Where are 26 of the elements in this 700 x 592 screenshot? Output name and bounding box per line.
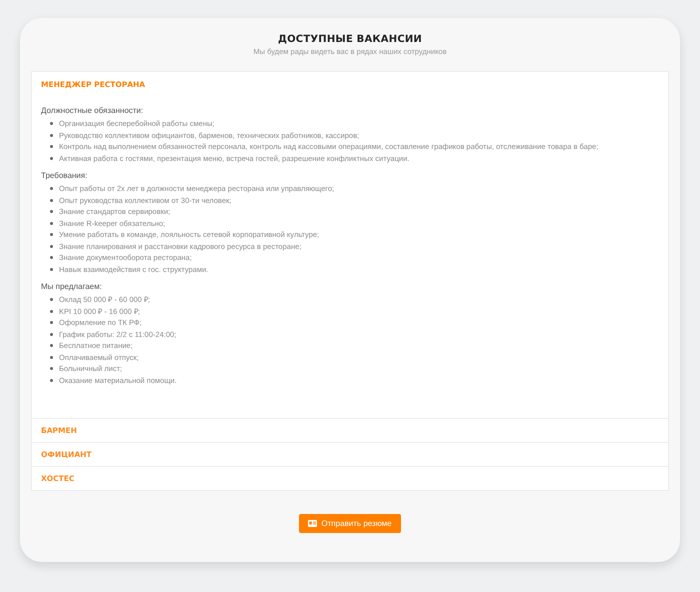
bullet-icon xyxy=(50,298,53,302)
bullet-icon xyxy=(50,244,53,248)
bullet-icon xyxy=(50,222,53,225)
bullet-icon xyxy=(50,198,53,202)
id-card-icon xyxy=(308,520,318,527)
section-heading: Требования: xyxy=(41,171,88,180)
bullet-icon xyxy=(50,187,53,190)
bullet-icon xyxy=(50,332,53,336)
bullet-icon xyxy=(50,156,53,160)
bullet-icon xyxy=(50,344,53,348)
bullet-icon xyxy=(50,122,53,126)
bullet-icon xyxy=(50,356,53,359)
bullet-icon xyxy=(50,321,53,324)
section-heading: Мы предлагаем: xyxy=(41,282,103,291)
bullet-icon xyxy=(50,268,53,271)
bullet-icon xyxy=(50,256,53,260)
section-heading: Должностные обязанности: xyxy=(41,106,144,115)
bullet-icon xyxy=(50,310,53,313)
bullet-icon xyxy=(50,210,53,214)
bullet-icon xyxy=(50,367,53,370)
page-title: ДОСТУПНЫЕ ВАКАНСИИ xyxy=(276,34,423,45)
bullet-icon xyxy=(50,145,53,148)
bullet-icon xyxy=(50,233,53,236)
bullet-icon xyxy=(50,134,53,137)
bullet-icon xyxy=(50,378,53,382)
send-resume-button[interactable]: Отправить резюме xyxy=(299,514,401,533)
